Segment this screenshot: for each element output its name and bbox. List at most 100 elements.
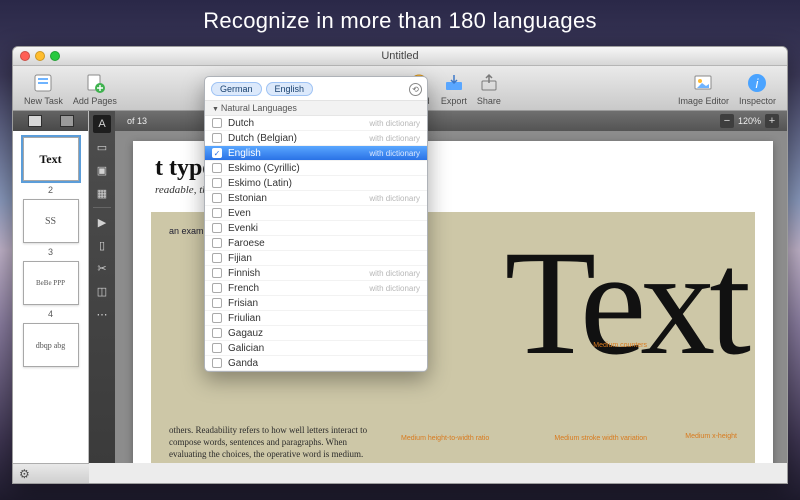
- language-option[interactable]: Evenki: [205, 221, 427, 236]
- tool-more[interactable]: ⋯: [93, 305, 111, 323]
- checkbox-icon: [212, 343, 222, 353]
- checkbox-icon: [212, 298, 222, 308]
- annotation: Medium stroke width variation: [554, 435, 647, 442]
- checkbox-icon: [212, 253, 222, 263]
- language-label: Evenki: [228, 223, 258, 234]
- language-group-header: Natural Languages: [205, 101, 427, 116]
- tool-palette: A ▭ ▣ ▦ ▶ ▯ ✂ ◫ ⋯: [89, 111, 115, 463]
- language-option[interactable]: Frisian: [205, 296, 427, 311]
- language-option[interactable]: Ganda: [205, 356, 427, 371]
- thumb-number: 4: [48, 309, 53, 319]
- language-option[interactable]: ✓Englishwith dictionary: [205, 146, 427, 161]
- language-label: Friulian: [228, 313, 261, 324]
- image-editor-button[interactable]: Image Editor: [673, 71, 734, 106]
- gear-icon[interactable]: ⚙: [19, 467, 30, 481]
- language-label: English: [228, 148, 261, 159]
- thumb-preview: Text: [39, 152, 61, 167]
- annotation: Medium height-to-width ratio: [401, 435, 489, 442]
- export-icon: [442, 71, 466, 95]
- image-editor-label: Image Editor: [678, 96, 729, 106]
- checkbox-icon: [212, 358, 222, 368]
- share-icon: [477, 71, 501, 95]
- tool-image[interactable]: ▣: [93, 161, 111, 179]
- language-dropdown-panel: German English ⟲ Natural Languages Dutch…: [204, 76, 428, 372]
- tool-crop[interactable]: ✂: [93, 259, 111, 277]
- thumb-view-icon[interactable]: [28, 115, 42, 127]
- history-icon[interactable]: ⟲: [409, 83, 422, 96]
- checkbox-icon: ✓: [212, 148, 222, 158]
- language-option[interactable]: Galician: [205, 341, 427, 356]
- language-chip[interactable]: English: [266, 82, 314, 96]
- language-option[interactable]: Finnish with dictionary: [205, 266, 427, 281]
- tool-pointer[interactable]: ▶: [93, 213, 111, 231]
- language-label: Dutch (Belgian): [228, 133, 297, 144]
- language-option[interactable]: Fijian: [205, 251, 427, 266]
- language-label: Gagauz: [228, 328, 263, 339]
- add-pages-icon: [83, 71, 107, 95]
- tool-table[interactable]: ▦: [93, 184, 111, 202]
- thumb-alt-view-icon[interactable]: [60, 115, 74, 127]
- tool-frame[interactable]: ▭: [93, 138, 111, 156]
- tool-text[interactable]: A: [93, 115, 111, 133]
- checkbox-icon: [212, 163, 222, 173]
- inspector-icon: i: [745, 71, 769, 95]
- checkbox-icon: [212, 268, 222, 278]
- language-label: Dutch: [228, 118, 254, 129]
- tool-erase[interactable]: ◫: [93, 282, 111, 300]
- thumbnail-page[interactable]: BeBe PPP: [23, 261, 79, 305]
- tool-divider: [93, 207, 111, 208]
- zoom-out-button[interactable]: −: [720, 114, 734, 128]
- language-label: Frisian: [228, 298, 258, 309]
- add-pages-button[interactable]: Add Pages: [68, 71, 122, 106]
- checkbox-icon: [212, 283, 222, 293]
- export-button[interactable]: Export: [436, 71, 472, 106]
- checkbox-icon: [212, 223, 222, 233]
- tool-select[interactable]: ▯: [93, 236, 111, 254]
- titlebar: Untitled: [13, 47, 787, 66]
- zoom-value: 120%: [738, 116, 761, 126]
- checkbox-icon: [212, 178, 222, 188]
- language-option[interactable]: Frenchwith dictionary: [205, 281, 427, 296]
- dictionary-badge: with dictionary: [369, 194, 420, 203]
- share-button[interactable]: Share: [472, 71, 506, 106]
- thumb-number: 2: [48, 185, 53, 195]
- new-task-label: New Task: [24, 96, 63, 106]
- language-option[interactable]: Eskimo (Cyrillic): [205, 161, 427, 176]
- thumbnail-page[interactable]: dbqp abg: [23, 323, 79, 367]
- checkbox-icon: [212, 133, 222, 143]
- zoom-in-button[interactable]: +: [765, 114, 779, 128]
- dictionary-badge: with dictionary: [369, 269, 420, 278]
- language-list[interactable]: Dutchwith dictionaryDutch (Belgian)with …: [205, 116, 427, 371]
- language-option[interactable]: Estonianwith dictionary: [205, 191, 427, 206]
- body-paragraph: others. Readability refers to how well l…: [169, 424, 369, 460]
- language-label: French: [228, 283, 259, 294]
- hero-tagline: Recognize in more than 180 languages: [0, 8, 800, 34]
- language-option[interactable]: Dutchwith dictionary: [205, 116, 427, 131]
- inspector-button[interactable]: i Inspector: [734, 71, 781, 106]
- image-editor-icon: [691, 71, 715, 95]
- status-bar: ⚙: [13, 463, 89, 483]
- language-label: Finnish: [228, 268, 260, 279]
- checkbox-icon: [212, 208, 222, 218]
- thumbnail-list[interactable]: Text 2 SS 3 BeBe PPP 4 dbqp abg: [13, 131, 88, 463]
- checkbox-icon: [212, 193, 222, 203]
- annotation: Medium counters: [593, 342, 647, 349]
- language-option[interactable]: Even: [205, 206, 427, 221]
- language-option[interactable]: Gagauz: [205, 326, 427, 341]
- language-option[interactable]: Dutch (Belgian)with dictionary: [205, 131, 427, 146]
- thumbnail-page[interactable]: Text: [23, 137, 79, 181]
- page-indicator: of 13: [127, 116, 147, 126]
- language-label: Eskimo (Latin): [228, 178, 292, 189]
- checkbox-icon: [212, 328, 222, 338]
- language-label: Galician: [228, 343, 264, 354]
- thumb-preview: BeBe PPP: [36, 279, 65, 287]
- language-option[interactable]: Faroese: [205, 236, 427, 251]
- thumbnail-page[interactable]: SS: [23, 199, 79, 243]
- thumb-preview: SS: [45, 216, 56, 227]
- annotation: Medium x-height: [685, 433, 737, 440]
- new-task-icon: [31, 71, 55, 95]
- language-option[interactable]: Eskimo (Latin): [205, 176, 427, 191]
- language-chip[interactable]: German: [211, 82, 262, 96]
- new-task-button[interactable]: New Task: [19, 71, 68, 106]
- language-option[interactable]: Friulian: [205, 311, 427, 326]
